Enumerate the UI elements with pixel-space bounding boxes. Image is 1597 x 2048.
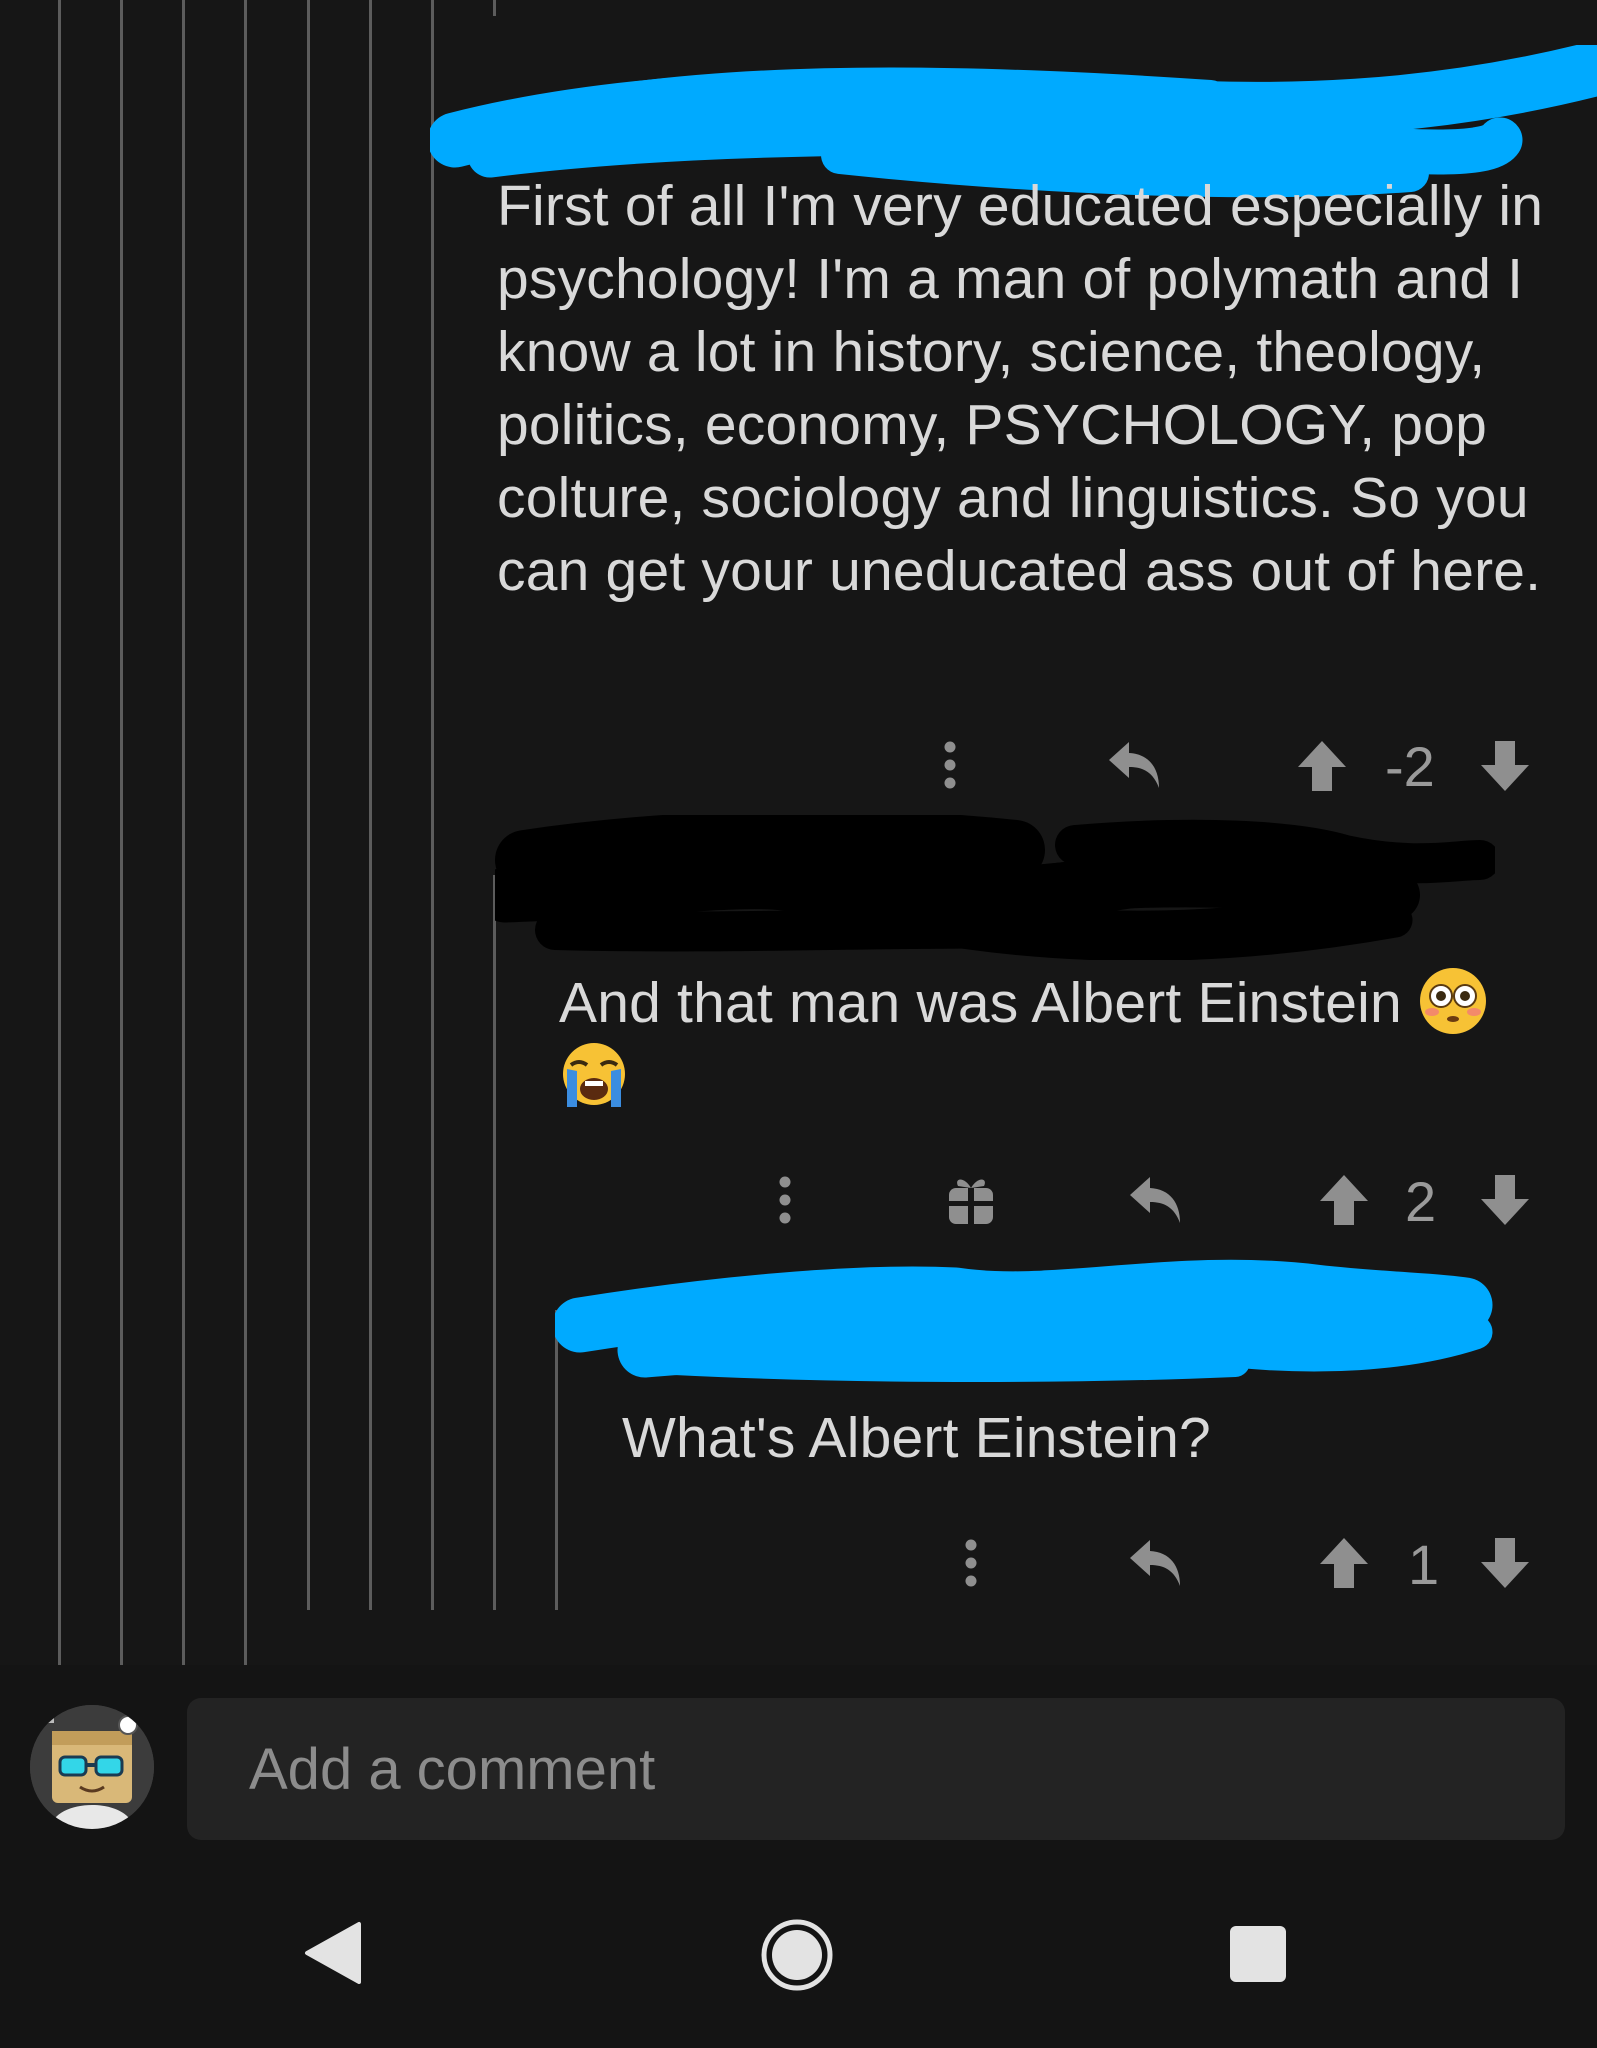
thread-line (493, 875, 496, 1610)
comment-text: And that man was Albert Einstein (559, 971, 1402, 1035)
upvote-button[interactable] (1294, 738, 1350, 794)
nav-back-button[interactable] (303, 1920, 363, 1986)
thread-line (493, 0, 496, 16)
back-triangle-icon (305, 1922, 361, 1984)
reply-icon (1130, 1177, 1180, 1223)
vote-score: 2 (1405, 1170, 1437, 1233)
more-options-button[interactable] (765, 1170, 805, 1230)
downvote-arrow-icon (1481, 741, 1529, 791)
more-vertical-icon (779, 1176, 791, 1224)
downvote-button[interactable] (1477, 738, 1533, 794)
reply-button[interactable] (1126, 1172, 1186, 1228)
gift-award-icon (949, 1179, 993, 1224)
thread-line (307, 0, 310, 1610)
reply-button[interactable] (1105, 737, 1165, 793)
add-comment-placeholder: Add a comment (249, 1736, 656, 1802)
downvote-button[interactable] (1477, 1535, 1533, 1591)
reply-button[interactable] (1126, 1535, 1186, 1591)
more-vertical-icon (965, 1539, 977, 1587)
upvote-arrow-icon (1298, 741, 1346, 791)
vote-score: 1 (1408, 1533, 1440, 1596)
nav-home-button[interactable] (760, 1918, 834, 1992)
redacted-username-scribble (555, 1259, 1493, 1382)
give-award-button[interactable] (945, 1172, 997, 1228)
comment-body: What's Albert Einstein? (622, 1406, 1211, 1470)
thread-line (369, 0, 372, 1610)
thread-line (58, 0, 61, 1675)
comment-body: First of all I'm very educated especiall… (497, 174, 1544, 603)
downvote-arrow-icon (1481, 1538, 1529, 1588)
user-avatar-icon (30, 1705, 154, 1829)
flushed-face-emoji (1419, 967, 1486, 1034)
comment-body: And that man was Albert Einstein (559, 967, 1579, 1113)
avatar[interactable] (30, 1705, 154, 1829)
reply-icon (1109, 742, 1159, 788)
downvote-arrow-icon (1481, 1175, 1529, 1225)
more-options-button[interactable] (951, 1533, 991, 1593)
thread-line (120, 0, 123, 1675)
vote-score: -2 (1385, 735, 1435, 798)
loudly-crying-face-emoji (563, 1042, 625, 1107)
more-options-button[interactable] (930, 735, 970, 795)
more-vertical-icon (944, 741, 956, 789)
nav-recents-button[interactable] (1228, 1924, 1288, 1984)
reply-icon (1130, 1540, 1180, 1586)
thread-line (244, 0, 247, 1675)
redacted-username-scribble (495, 815, 1495, 960)
upvote-button[interactable] (1316, 1535, 1372, 1591)
upvote-arrow-icon (1320, 1538, 1368, 1588)
add-comment-input[interactable]: Add a comment (187, 1698, 1565, 1840)
recents-square-icon (1230, 1926, 1286, 1982)
downvote-button[interactable] (1477, 1172, 1533, 1228)
thread-line (431, 0, 434, 1610)
thread-line (182, 0, 185, 1675)
home-circle-icon (761, 1919, 833, 1991)
upvote-arrow-icon (1320, 1175, 1368, 1225)
upvote-button[interactable] (1316, 1172, 1372, 1228)
